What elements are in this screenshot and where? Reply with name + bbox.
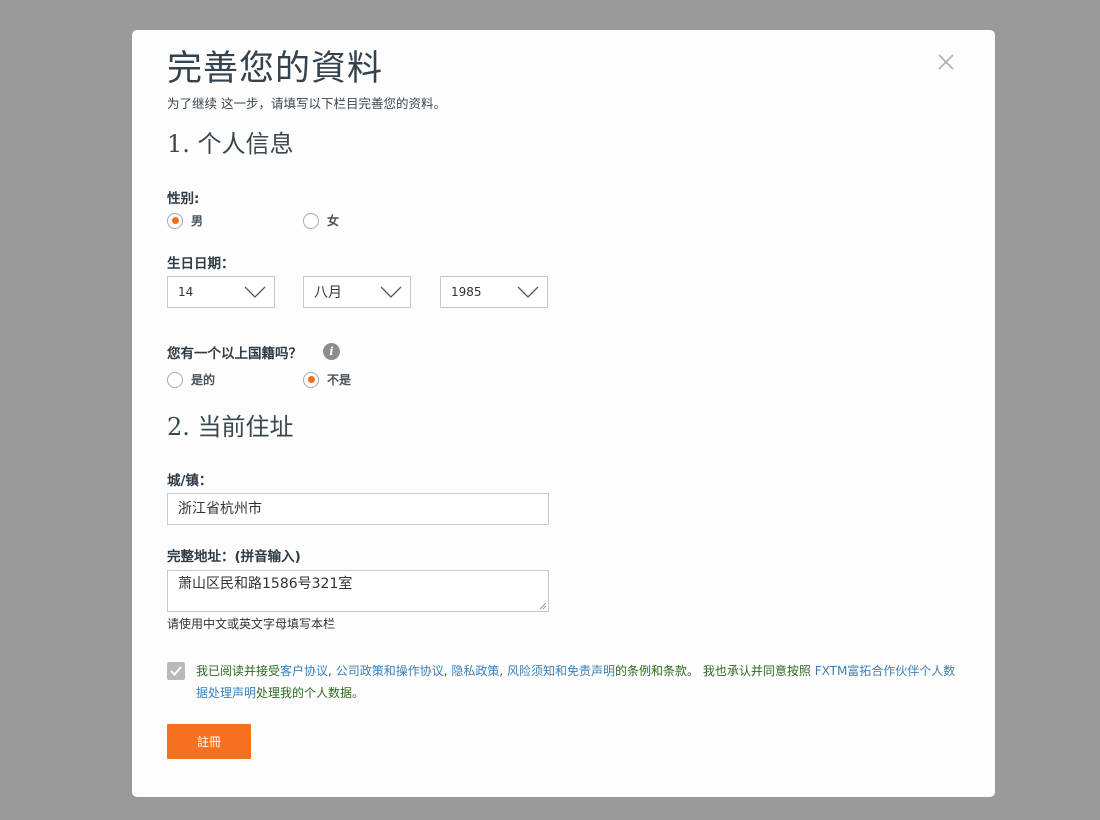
textarea-value: 萧山区民和路1586号321室	[178, 576, 353, 592]
close-icon[interactable]	[936, 52, 956, 72]
radio-label: 是的	[191, 373, 216, 387]
radio-circle[interactable]	[303, 212, 319, 229]
nationality-label: 您有一个以上国籍吗？	[167, 346, 302, 362]
profile-modal: 完善您的資料 为了继续 这一步，请填写以下栏目完善您的资料。 1. 个人信息 性…	[132, 30, 995, 797]
terms-part: 的条例和条款。 我也承认并同意按照	[615, 664, 811, 678]
link-privacy-policy[interactable]: 隐私政策	[451, 664, 499, 678]
checkmark-icon	[170, 666, 182, 676]
chevron-down-icon	[244, 286, 266, 298]
gender-radio-female[interactable]: 女	[303, 212, 339, 229]
gender-label: 性别:	[167, 191, 200, 207]
select-value: 14	[178, 285, 194, 299]
terms-separator: ,	[499, 664, 504, 678]
resize-grip-icon[interactable]	[539, 602, 547, 610]
radio-label: 女	[327, 214, 340, 228]
full-address-textarea[interactable]: 萧山区民和路1586号321室	[167, 570, 549, 612]
page-subtitle: 为了继续 这一步，请填写以下栏目完善您的资料。	[167, 96, 446, 111]
birthday-label: 生日日期：	[167, 256, 235, 272]
info-icon[interactable]: i	[323, 343, 340, 360]
radio-circle[interactable]	[303, 371, 319, 388]
section-title-address: 2. 当前住址	[167, 413, 294, 441]
chevron-down-icon	[517, 286, 539, 298]
radio-label: 男	[191, 214, 204, 228]
link-company-policy[interactable]: 公司政策和操作协议	[336, 664, 444, 678]
page-title: 完善您的資料	[167, 49, 384, 89]
full-address-label: 完整地址：(拼音输入)	[167, 549, 301, 565]
gender-radio-male[interactable]: 男	[167, 212, 203, 229]
address-hint: 请使用中文或英文字母填写本栏	[167, 617, 336, 631]
select-value: 1985	[451, 285, 482, 299]
terms-separator: ,	[328, 664, 332, 678]
radio-label: 不是	[327, 373, 352, 387]
city-input[interactable]: 浙江省杭州市	[167, 493, 549, 525]
nationality-radio-no[interactable]: 不是	[303, 371, 351, 388]
link-risk-disclosure[interactable]: 风险须知和免责声明	[507, 664, 615, 678]
city-label: 城/镇：	[167, 473, 213, 489]
terms-part: 处理我的个人数据。	[256, 686, 365, 700]
radio-circle[interactable]	[167, 212, 183, 229]
chevron-down-icon	[380, 286, 402, 298]
terms-separator: ,	[443, 664, 448, 678]
section-title-personal: 1. 个人信息	[167, 130, 294, 158]
birthday-day-select[interactable]: 14	[167, 276, 275, 308]
select-value: 八月	[314, 285, 342, 301]
nationality-radio-yes[interactable]: 是的	[167, 371, 215, 388]
terms-part: 我已阅读并接受	[196, 664, 281, 678]
register-button[interactable]: 註冊	[167, 724, 251, 759]
radio-circle[interactable]	[167, 371, 183, 388]
birthday-year-select[interactable]: 1985	[440, 276, 548, 308]
birthday-month-select[interactable]: 八月	[303, 276, 411, 308]
link-client-agreement[interactable]: 客户协议	[280, 664, 328, 678]
terms-text: 我已阅读并接受客户协议, 公司政策和操作协议, 隐私政策, 风险须知和免责声明的…	[196, 660, 956, 704]
terms-checkbox[interactable]	[167, 662, 185, 680]
